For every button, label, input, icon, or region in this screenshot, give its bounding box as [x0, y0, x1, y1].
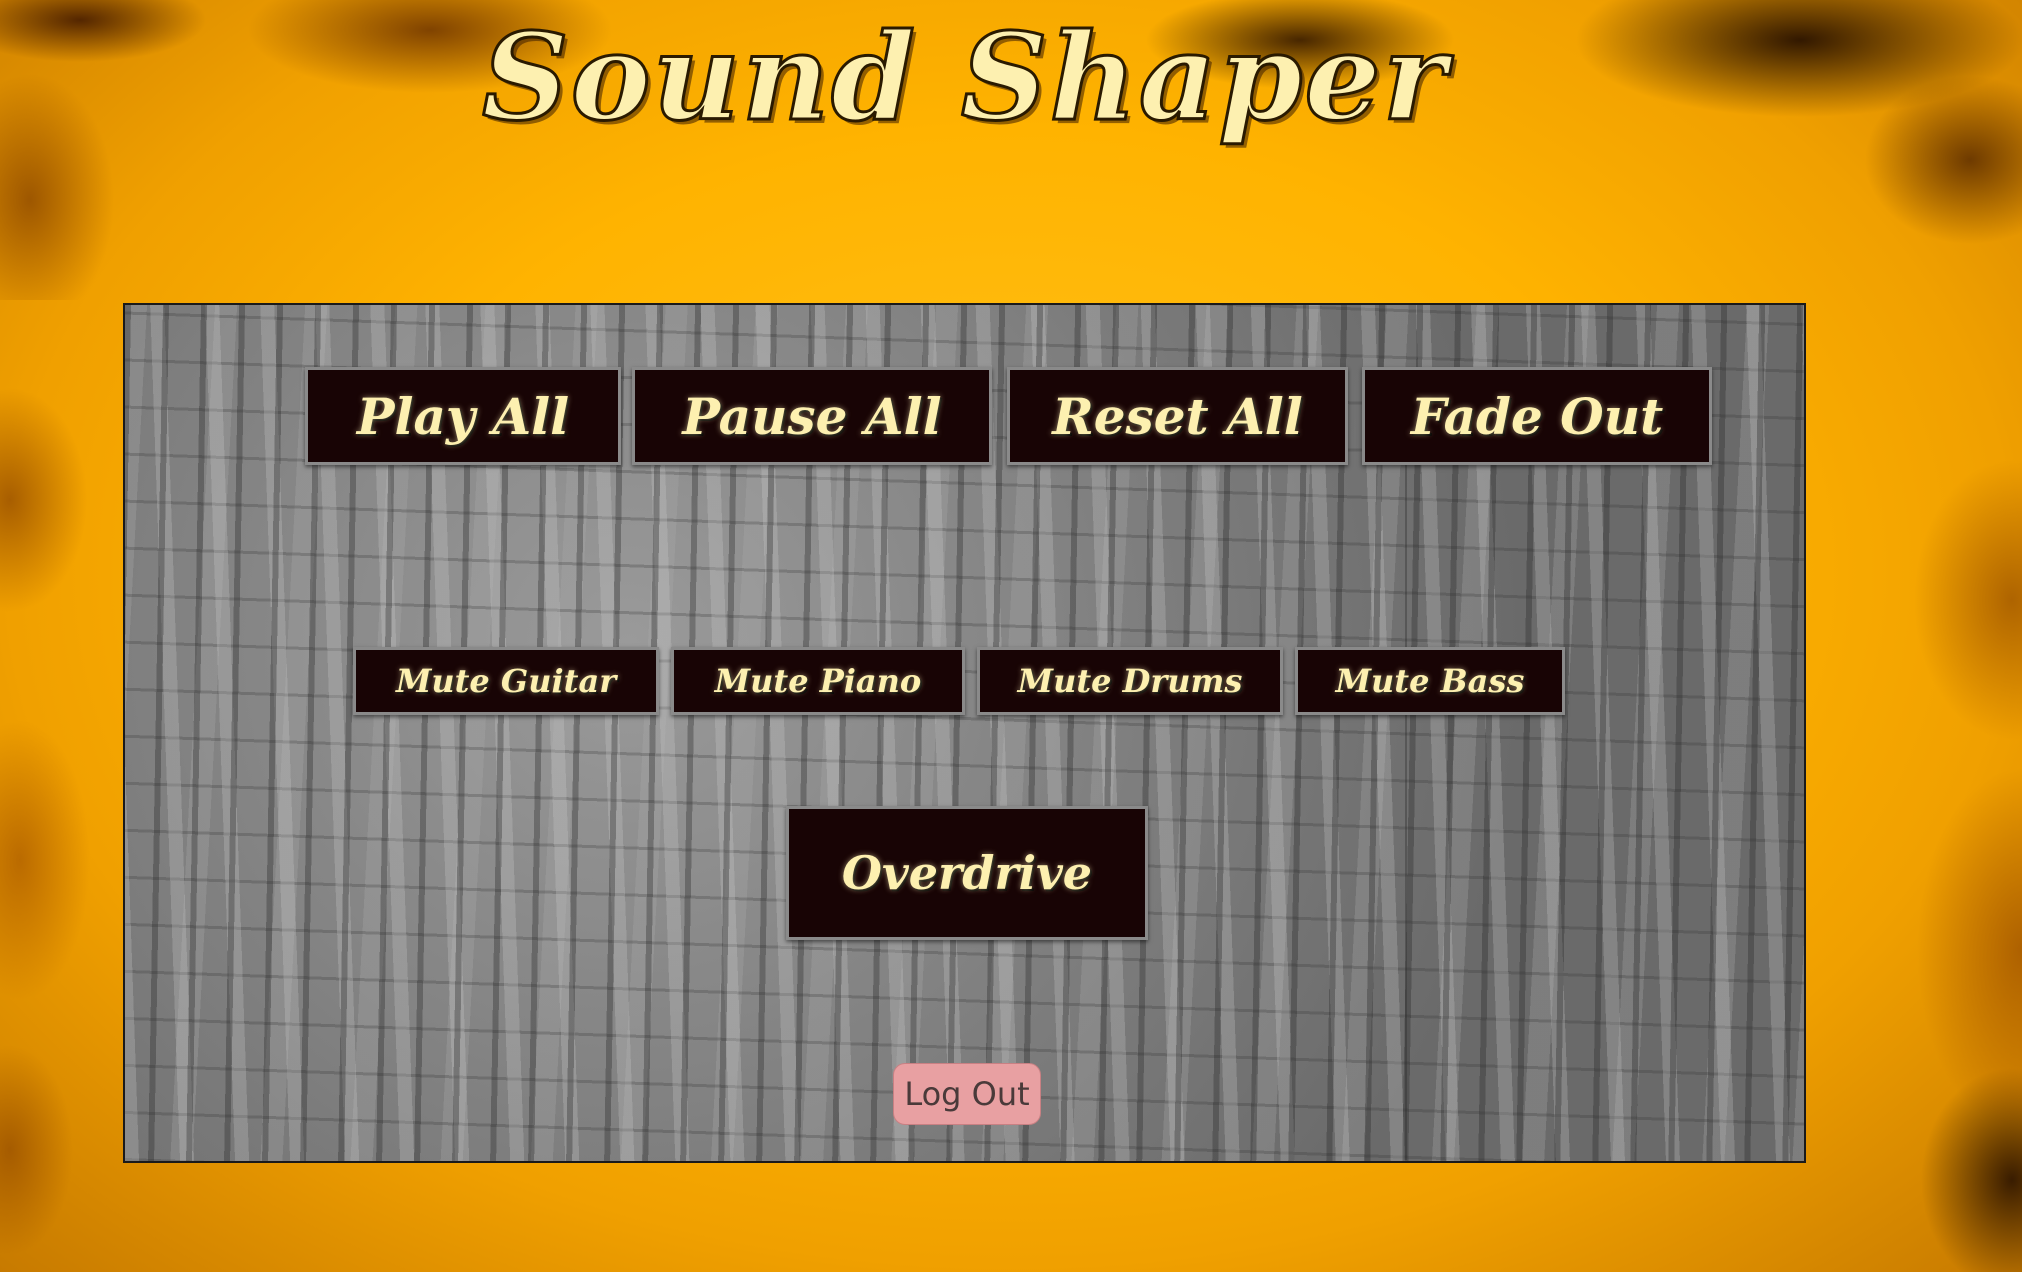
control-panel: Play All Pause All Reset All Fade Out Mu…	[123, 303, 1806, 1163]
mute-guitar-button[interactable]: Mute Guitar	[353, 647, 659, 715]
palm-foliage-left	[0, 300, 130, 1272]
fade-out-button[interactable]: Fade Out	[1362, 367, 1712, 465]
reset-all-button[interactable]: Reset All	[1007, 367, 1348, 465]
pause-all-button[interactable]: Pause All	[632, 367, 992, 465]
mute-piano-button[interactable]: Mute Piano	[671, 647, 965, 715]
mute-bass-button[interactable]: Mute Bass	[1295, 647, 1565, 715]
mute-drums-button[interactable]: Mute Drums	[977, 647, 1283, 715]
logout-button[interactable]: Log Out	[893, 1063, 1041, 1125]
panel-texture-seam	[1405, 460, 1407, 1160]
play-all-button[interactable]: Play All	[305, 367, 621, 465]
palm-foliage-right	[1822, 300, 2022, 1272]
overdrive-button[interactable]: Overdrive	[786, 806, 1148, 940]
page-title: Sound Shaper	[480, 6, 1448, 149]
